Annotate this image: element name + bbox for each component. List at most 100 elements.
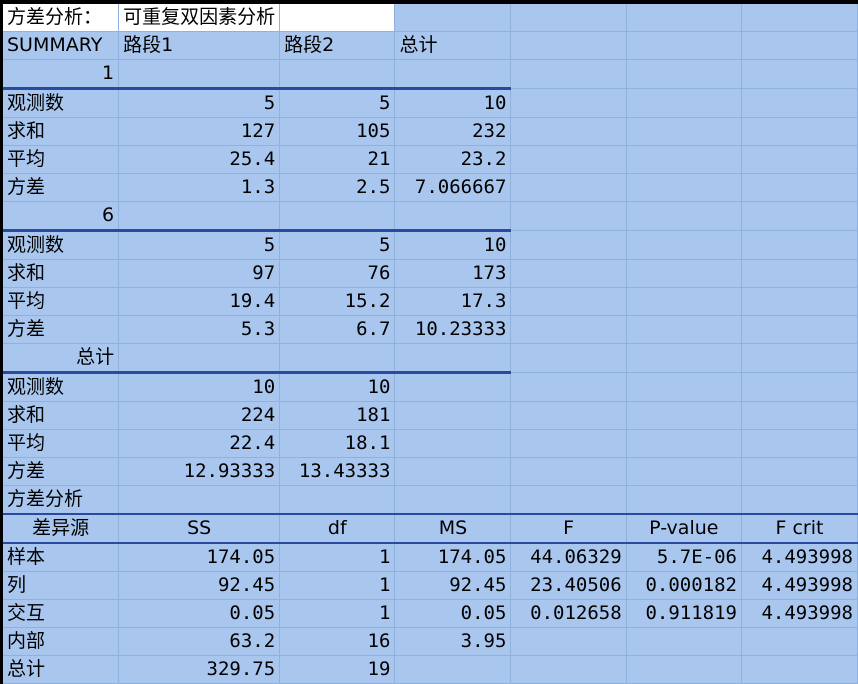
anova-value[interactable]: 5.7E-06 — [626, 543, 742, 572]
cell[interactable] — [279, 201, 396, 232]
group-name[interactable]: 6 — [3, 201, 120, 232]
cell[interactable] — [626, 401, 742, 430]
source-label[interactable]: 总计 — [3, 655, 120, 684]
anova-header[interactable]: F — [510, 513, 627, 544]
source-label[interactable]: 交互 — [3, 599, 120, 628]
row-label[interactable]: 求和 — [3, 259, 120, 288]
cell[interactable] — [741, 287, 858, 316]
anova-value[interactable]: 174.05 — [118, 543, 281, 572]
value-col2[interactable]: 76 — [279, 259, 396, 288]
cell[interactable] — [626, 287, 742, 316]
cell[interactable] — [510, 117, 627, 146]
cell[interactable] — [741, 117, 858, 146]
row-label[interactable]: 求和 — [3, 117, 120, 146]
anova-value[interactable] — [510, 655, 627, 684]
cell[interactable] — [741, 88, 858, 118]
cell[interactable] — [394, 343, 512, 374]
value-col2[interactable]: 6.7 — [279, 315, 396, 344]
anova-value[interactable]: 44.06329 — [510, 543, 627, 572]
anova-value[interactable]: 63.2 — [118, 627, 281, 656]
value-col2[interactable]: 15.2 — [279, 287, 396, 316]
cell[interactable] — [510, 230, 627, 260]
cell[interactable] — [510, 4, 627, 32]
cell[interactable] — [741, 31, 858, 60]
value-col1[interactable]: 10 — [118, 372, 281, 402]
anova-title[interactable]: 方差分析 — [3, 485, 120, 515]
row-label[interactable]: 平均 — [3, 287, 120, 316]
cell[interactable] — [118, 485, 281, 515]
cell[interactable] — [510, 485, 627, 515]
value-col3[interactable]: 232 — [394, 117, 512, 146]
cell[interactable] — [510, 59, 627, 89]
subtitle-overflow-cell[interactable] — [279, 4, 396, 32]
value-col1[interactable]: 224 — [118, 401, 281, 430]
value-col1[interactable]: 5 — [118, 230, 281, 260]
cell[interactable] — [394, 4, 512, 32]
col-header-1[interactable]: 路段1 — [118, 31, 281, 60]
cell[interactable] — [510, 145, 627, 174]
cell[interactable] — [741, 259, 858, 288]
cell[interactable] — [626, 59, 742, 89]
cell[interactable] — [626, 485, 742, 515]
group-name[interactable]: 1 — [3, 59, 120, 90]
anova-value[interactable]: 23.40506 — [510, 571, 627, 600]
cell[interactable] — [741, 59, 858, 89]
title-cell[interactable]: 方差分析： — [3, 4, 120, 32]
cell[interactable] — [510, 31, 627, 60]
anova-value[interactable]: 4.493998 — [741, 599, 858, 628]
value-col2[interactable]: 18.1 — [279, 429, 396, 458]
value-col2[interactable]: 2.5 — [279, 173, 396, 202]
row-label[interactable]: 方差 — [3, 315, 120, 344]
anova-value[interactable]: 19 — [279, 655, 396, 684]
value-col1[interactable]: 5.3 — [118, 315, 281, 344]
cell[interactable] — [510, 315, 627, 344]
anova-value[interactable]: 0.05 — [394, 599, 512, 628]
value-col1[interactable]: 12.93333 — [118, 457, 281, 486]
cell[interactable] — [741, 173, 858, 202]
value-col3[interactable]: 7.066667 — [394, 173, 512, 202]
cell[interactable] — [626, 173, 742, 202]
anova-value[interactable]: 3.95 — [394, 627, 512, 656]
subtitle-cell[interactable]: 可重复双因素分析 — [118, 4, 281, 32]
anova-value[interactable]: 16 — [279, 627, 396, 656]
cell[interactable] — [741, 201, 858, 231]
source-label[interactable]: 列 — [3, 571, 120, 600]
cell[interactable] — [510, 259, 627, 288]
value-col1[interactable]: 22.4 — [118, 429, 281, 458]
cell[interactable] — [510, 201, 627, 231]
cell[interactable] — [510, 457, 627, 486]
cell[interactable] — [626, 315, 742, 344]
row-label[interactable]: 观测数 — [3, 88, 120, 118]
cell[interactable] — [741, 429, 858, 458]
anova-value[interactable] — [626, 655, 742, 684]
cell[interactable] — [626, 4, 742, 32]
cell[interactable] — [394, 201, 512, 232]
row-label[interactable]: 平均 — [3, 429, 120, 458]
value-col1[interactable]: 127 — [118, 117, 281, 146]
value-col3[interactable] — [394, 457, 512, 486]
anova-value[interactable]: 174.05 — [394, 543, 512, 572]
anova-value[interactable]: 1 — [279, 599, 396, 628]
value-col2[interactable]: 5 — [279, 88, 396, 118]
cell[interactable] — [510, 173, 627, 202]
anova-value[interactable]: 0.05 — [118, 599, 281, 628]
anova-header[interactable]: 差异源 — [3, 513, 120, 544]
cell[interactable] — [279, 59, 396, 90]
value-col3[interactable]: 17.3 — [394, 287, 512, 316]
anova-value[interactable]: 1 — [279, 571, 396, 600]
anova-header[interactable]: P-value — [626, 513, 742, 544]
cell[interactable] — [279, 343, 396, 374]
value-col1[interactable]: 97 — [118, 259, 281, 288]
value-col3[interactable] — [394, 401, 512, 430]
anova-header[interactable]: SS — [118, 513, 281, 544]
cell[interactable] — [626, 259, 742, 288]
cell[interactable] — [279, 485, 396, 515]
value-col3[interactable]: 173 — [394, 259, 512, 288]
cell[interactable] — [741, 4, 858, 32]
cell[interactable] — [626, 372, 742, 402]
value-col2[interactable]: 10 — [279, 372, 396, 402]
cell[interactable] — [626, 145, 742, 174]
row-label[interactable]: 方差 — [3, 173, 120, 202]
anova-value[interactable]: 0.000182 — [626, 571, 742, 600]
anova-value[interactable] — [741, 627, 858, 656]
